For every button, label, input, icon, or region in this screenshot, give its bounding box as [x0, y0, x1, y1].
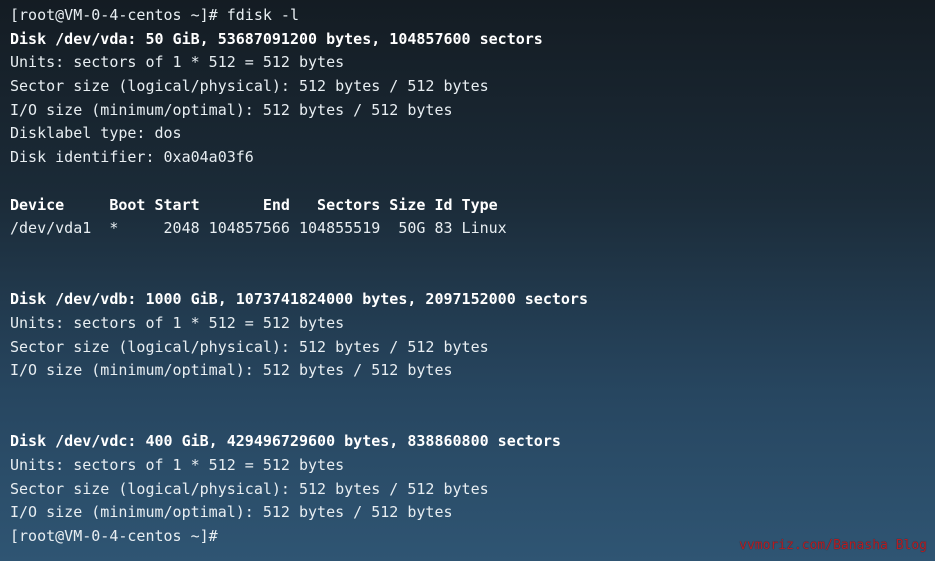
disk-vdc-header: Disk /dev/vdc: 400 GiB, 429496729600 byt…: [10, 432, 561, 451]
disk-vdc-sector-size: Sector size (logical/physical): 512 byte…: [10, 479, 489, 498]
disk-vda-disklabel: Disklabel type: dos: [10, 124, 182, 143]
prompt-text: [root@VM-0-4-centos ~]#: [10, 527, 218, 546]
disk-vda-sector-size: Sector size (logical/physical): 512 byte…: [10, 77, 489, 96]
disk-vdb-sector-size: Sector size (logical/physical): 512 byte…: [10, 337, 489, 356]
disk-vdb-header: Disk /dev/vdb: 1000 GiB, 1073741824000 b…: [10, 290, 588, 309]
terminal-window[interactable]: [root@VM-0-4-centos ~]# fdisk -l Disk /d…: [10, 4, 925, 557]
disk-vda-io-size: I/O size (minimum/optimal): 512 bytes / …: [10, 100, 453, 119]
disk-vdc-io-size: I/O size (minimum/optimal): 512 bytes / …: [10, 503, 453, 522]
disk-vdb-io-size: I/O size (minimum/optimal): 512 bytes / …: [10, 361, 453, 380]
disk-vda-units: Units: sectors of 1 * 512 = 512 bytes: [10, 53, 345, 72]
partition-table-row: /dev/vda1 * 2048 104857566 104855519 50G…: [10, 219, 507, 238]
disk-vda-identifier: Disk identifier: 0xa04a03f6: [10, 148, 254, 167]
prompt-line: [root@VM-0-4-centos ~]# fdisk -l: [10, 6, 299, 24]
disk-vdb-units: Units: sectors of 1 * 512 = 512 bytes: [10, 313, 345, 332]
disk-vdc-units: Units: sectors of 1 * 512 = 512 bytes: [10, 456, 345, 475]
disk-vda-header: Disk /dev/vda: 50 GiB, 53687091200 bytes…: [10, 29, 543, 48]
partition-table-header: Device Boot Start End Sectors Size Id Ty…: [10, 195, 498, 214]
watermark: vvmoriz.com/Banasha Blog: [739, 538, 927, 553]
